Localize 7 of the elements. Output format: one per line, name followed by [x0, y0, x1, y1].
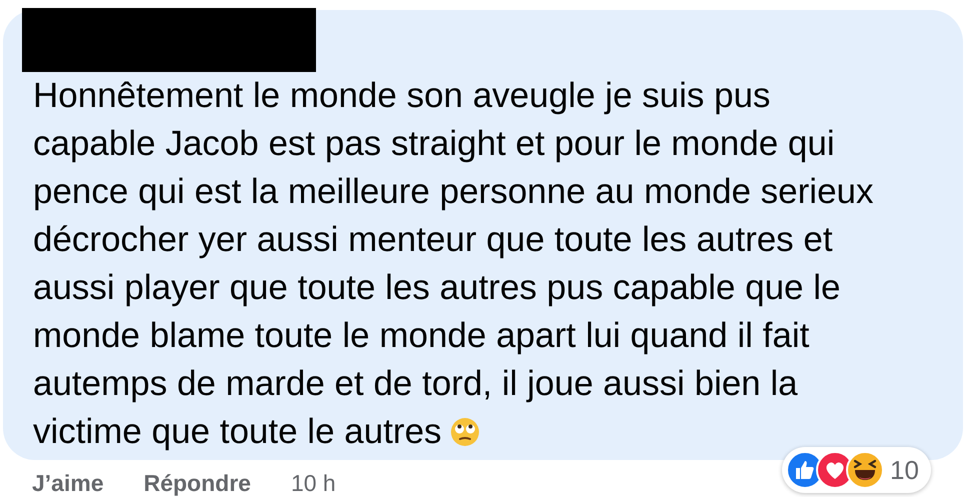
reaction-count: 10	[890, 454, 919, 486]
action-link[interactable]: J’aime	[32, 472, 104, 495]
reactions-pill[interactable]: 10	[782, 447, 931, 493]
eye-roll-emoji-icon	[450, 417, 480, 447]
action-link[interactable]: Répondre	[144, 472, 251, 495]
laughing-reaction-icon	[846, 451, 884, 489]
timestamp: 10 h	[290, 472, 336, 495]
